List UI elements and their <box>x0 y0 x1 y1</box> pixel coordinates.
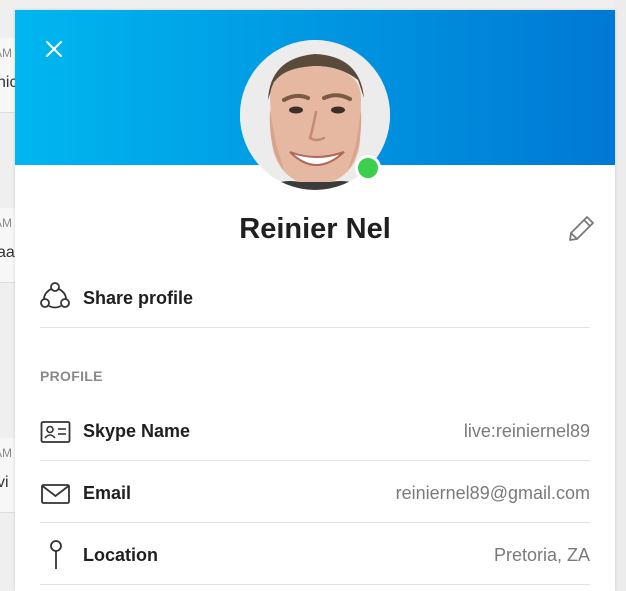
chat-preview: hic <box>0 74 15 91</box>
divider <box>0 282 15 283</box>
divider <box>40 584 590 585</box>
field-value: reiniernel89@gmail.com <box>395 483 590 503</box>
field-label: Email <box>83 483 132 503</box>
location-pin-icon <box>50 540 62 569</box>
online-status-badge <box>355 155 381 181</box>
profile-field-location[interactable]: Location Pretoria, ZA <box>40 525 590 587</box>
divider <box>40 522 590 523</box>
chat-list-item[interactable]: AM aa <box>0 208 15 282</box>
field-label: Location <box>83 545 158 565</box>
chat-list-item[interactable]: AM vi <box>0 438 15 512</box>
chat-time: AM <box>0 446 12 460</box>
contact-card-icon <box>40 421 71 443</box>
chat-time: AM <box>0 216 12 230</box>
pencil-icon <box>569 216 594 241</box>
edit-profile-button[interactable] <box>567 213 597 243</box>
divider <box>40 327 590 328</box>
mail-icon <box>41 484 70 504</box>
chat-time: AM <box>0 46 12 60</box>
section-title-profile: PROFILE <box>40 368 103 384</box>
close-icon <box>46 41 62 57</box>
field-value: live:reiniernel89 <box>463 421 590 441</box>
profile-display-name: Reinier Nel <box>239 213 391 245</box>
field-value: Pretoria, ZA <box>493 545 590 565</box>
profile-field-email[interactable]: Email reiniernel89@gmail.com <box>40 463 590 525</box>
divider <box>0 112 15 113</box>
chat-preview: vi <box>0 474 9 491</box>
background-edge <box>615 0 626 591</box>
share-profile-label: Share profile <box>83 288 194 308</box>
chat-preview: aa <box>0 244 15 261</box>
divider <box>40 460 590 461</box>
share-profile-button[interactable]: Share profile <box>40 278 590 328</box>
close-button[interactable] <box>41 36 67 62</box>
divider <box>0 512 15 513</box>
profile-dialog: Reinier Nel Share profile PROFILE Skype <box>15 10 615 591</box>
share-icon <box>40 282 70 309</box>
chat-list-item[interactable]: AM hic <box>0 38 15 112</box>
profile-field-skype-name[interactable]: Skype Name live:reiniernel89 <box>40 401 590 463</box>
field-label: Skype Name <box>83 421 191 441</box>
